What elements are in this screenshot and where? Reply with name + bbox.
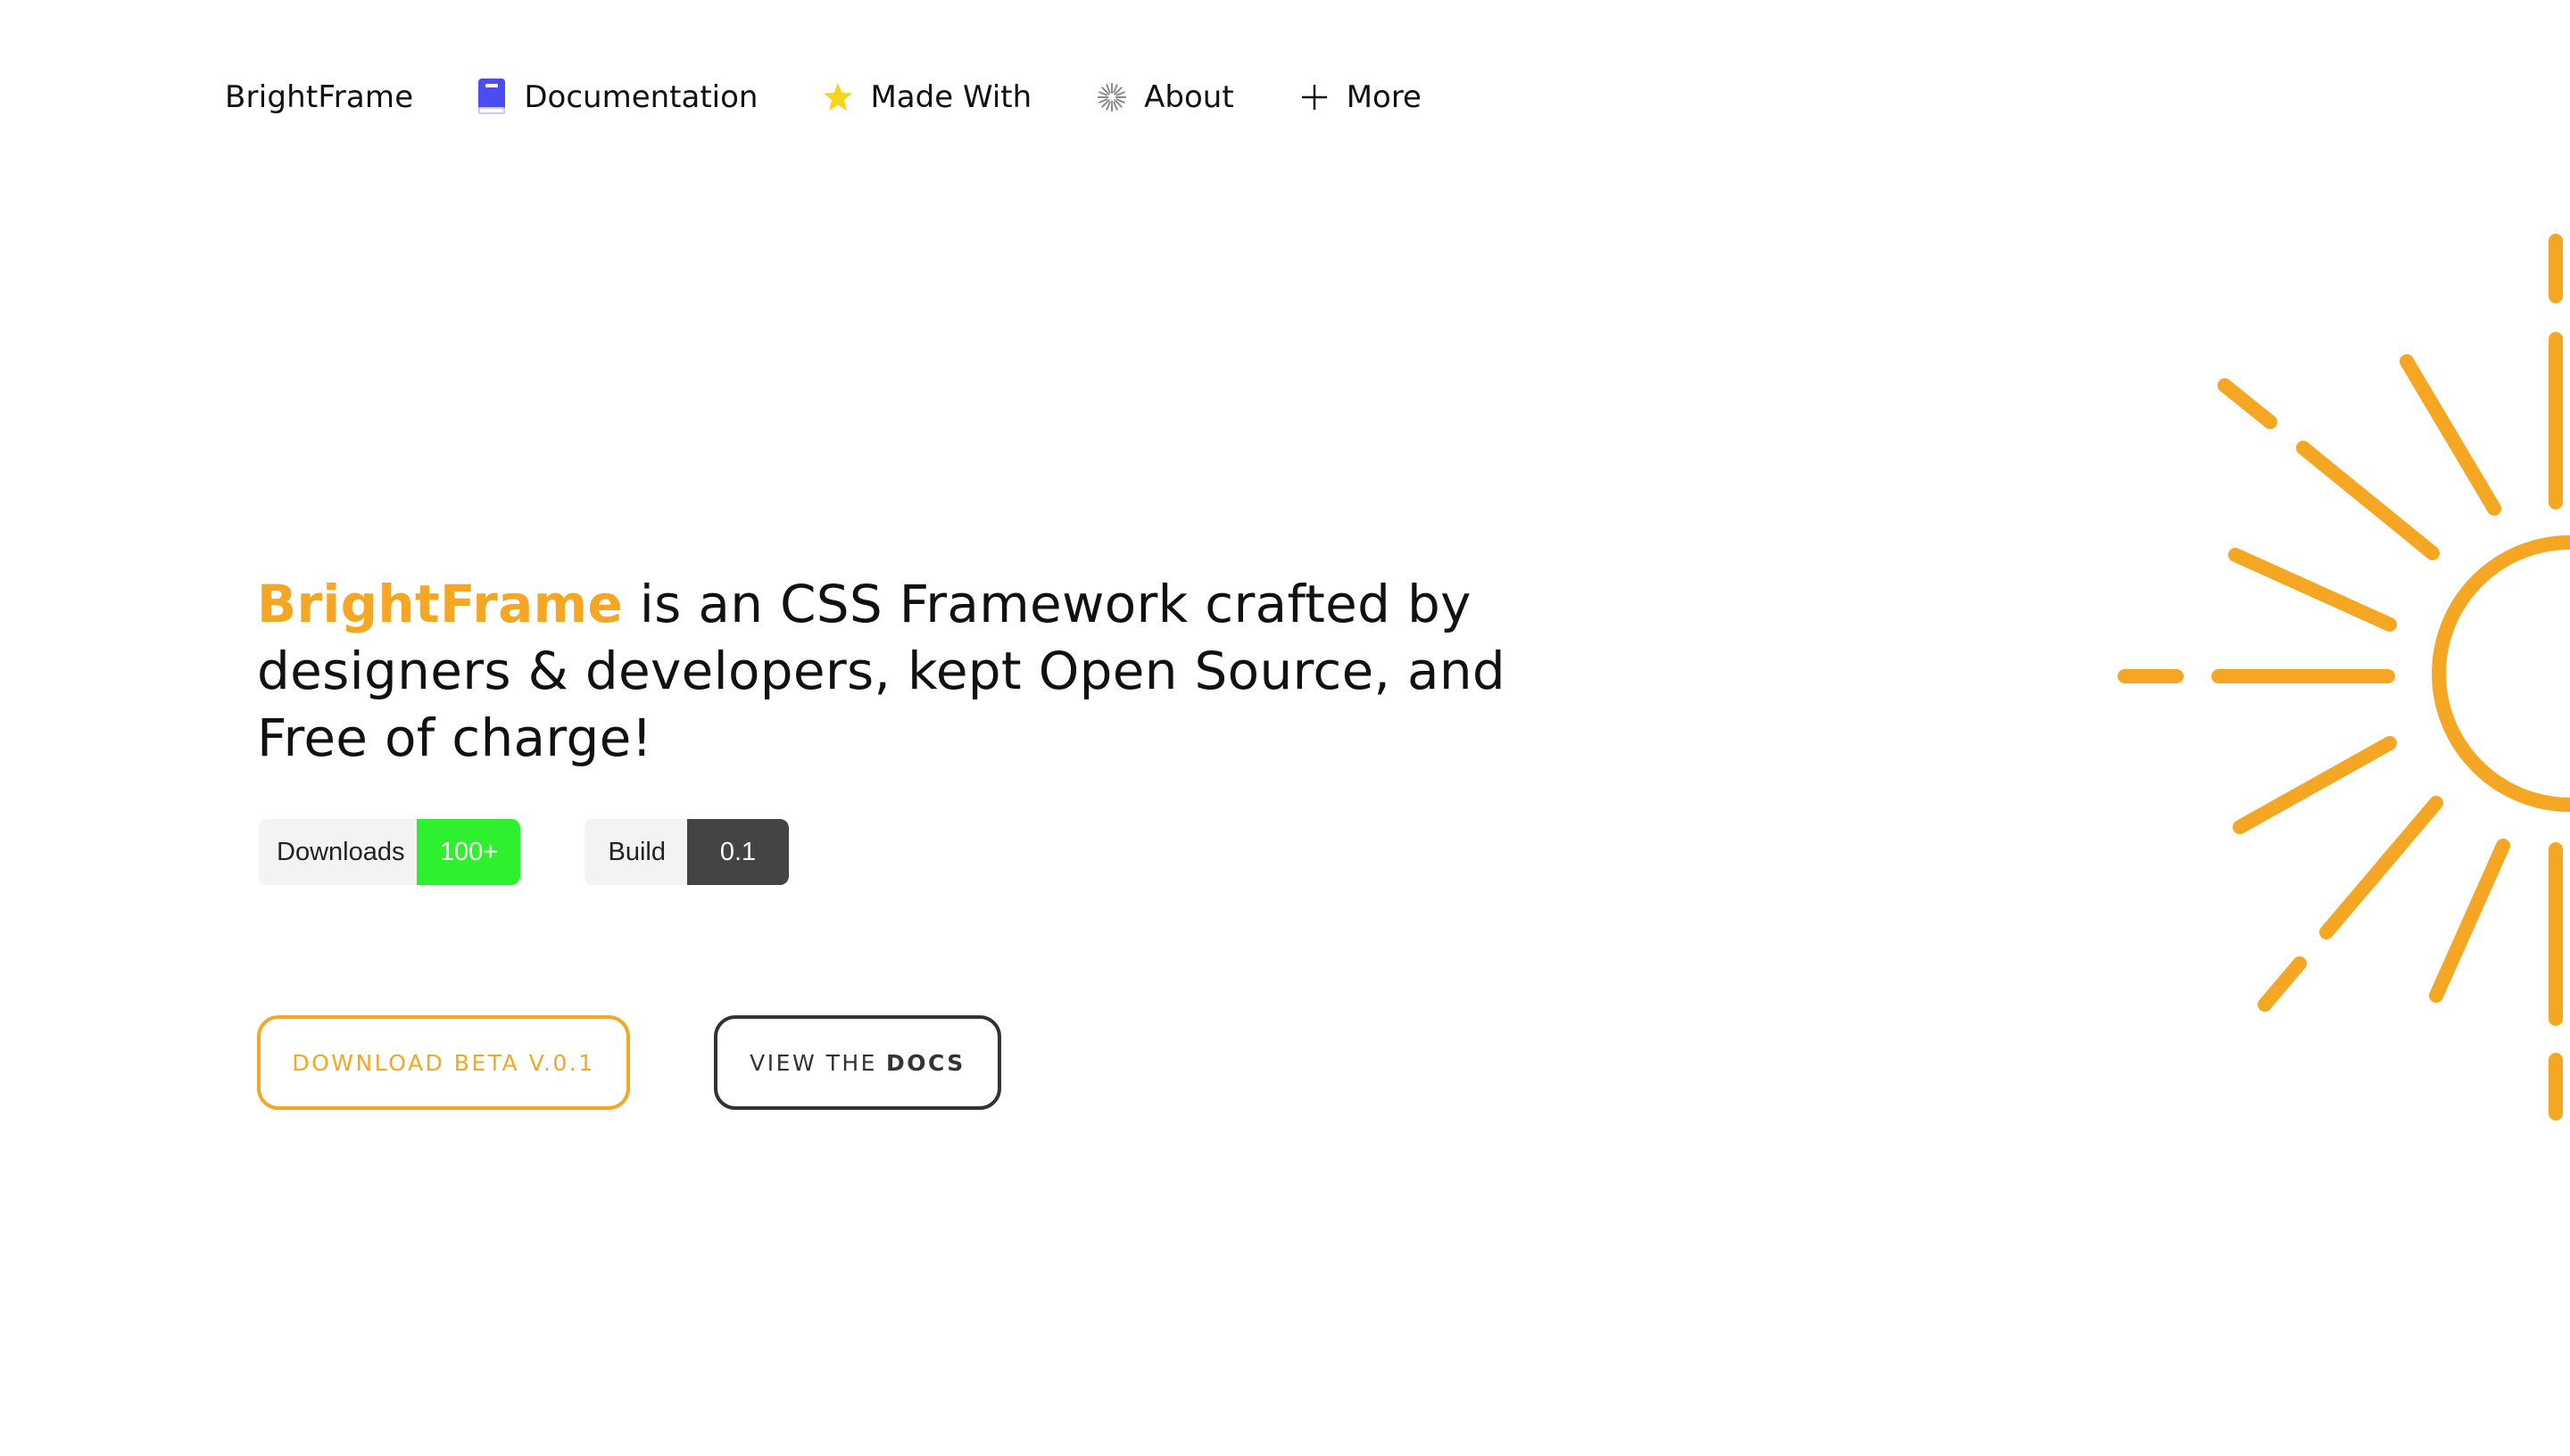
sun-illustration [2118,234,2570,1121]
hero-brand-name: BrightFrame [257,574,623,634]
page: BrightFrame Documentation Made With Abou… [0,0,2570,1456]
nav-item-label: Made With [870,79,1032,115]
build-badge: Build 0.1 [584,819,789,885]
sun-ray [2429,839,2510,1003]
sun-ray [2400,354,2501,516]
sun-ray [2319,796,2443,939]
nav-item-label: About [1144,79,1234,115]
sun-ray [2296,441,2440,560]
sun-ray [2258,956,2307,1012]
nav-item-about[interactable]: About [1096,78,1234,117]
nav-item-label: Documentation [524,79,759,115]
sun-ray [2233,736,2397,834]
build-badge-label: Build [584,819,687,885]
hero-headline: BrightFrame is an CSS Framework crafted … [257,571,1560,772]
downloads-badge: Downloads 100+ [259,819,521,885]
sun-ray [2218,378,2277,429]
plus-icon [1298,78,1331,117]
build-badge-value: 0.1 [686,819,789,885]
nav-item-more[interactable]: More [1298,78,1422,117]
view-docs-strong: Docs [885,1049,966,1076]
badge-row: Downloads 100+ Build 0.1 [259,819,853,885]
downloads-badge-value: 100+ [417,819,521,885]
nav-item-made-with[interactable]: Made With [822,78,1032,117]
sun-arc [2432,535,2570,812]
view-docs-prefix: View the [750,1049,877,1076]
sun-ray [2228,548,2397,632]
view-docs-button[interactable]: View the Docs [714,1015,1001,1110]
burst-icon [1096,78,1128,117]
download-beta-button[interactable]: Download Beta v.0.1 [257,1015,630,1110]
nav-brand-link[interactable]: BrightFrame [225,79,413,115]
nav-item-documentation[interactable]: Documentation [476,78,758,117]
nav-item-label: More [1346,79,1422,115]
downloads-badge-label: Downloads [259,819,418,885]
book-icon [476,78,508,117]
star-icon [822,78,854,117]
top-nav: BrightFrame Documentation Made With Abou… [225,66,1486,128]
